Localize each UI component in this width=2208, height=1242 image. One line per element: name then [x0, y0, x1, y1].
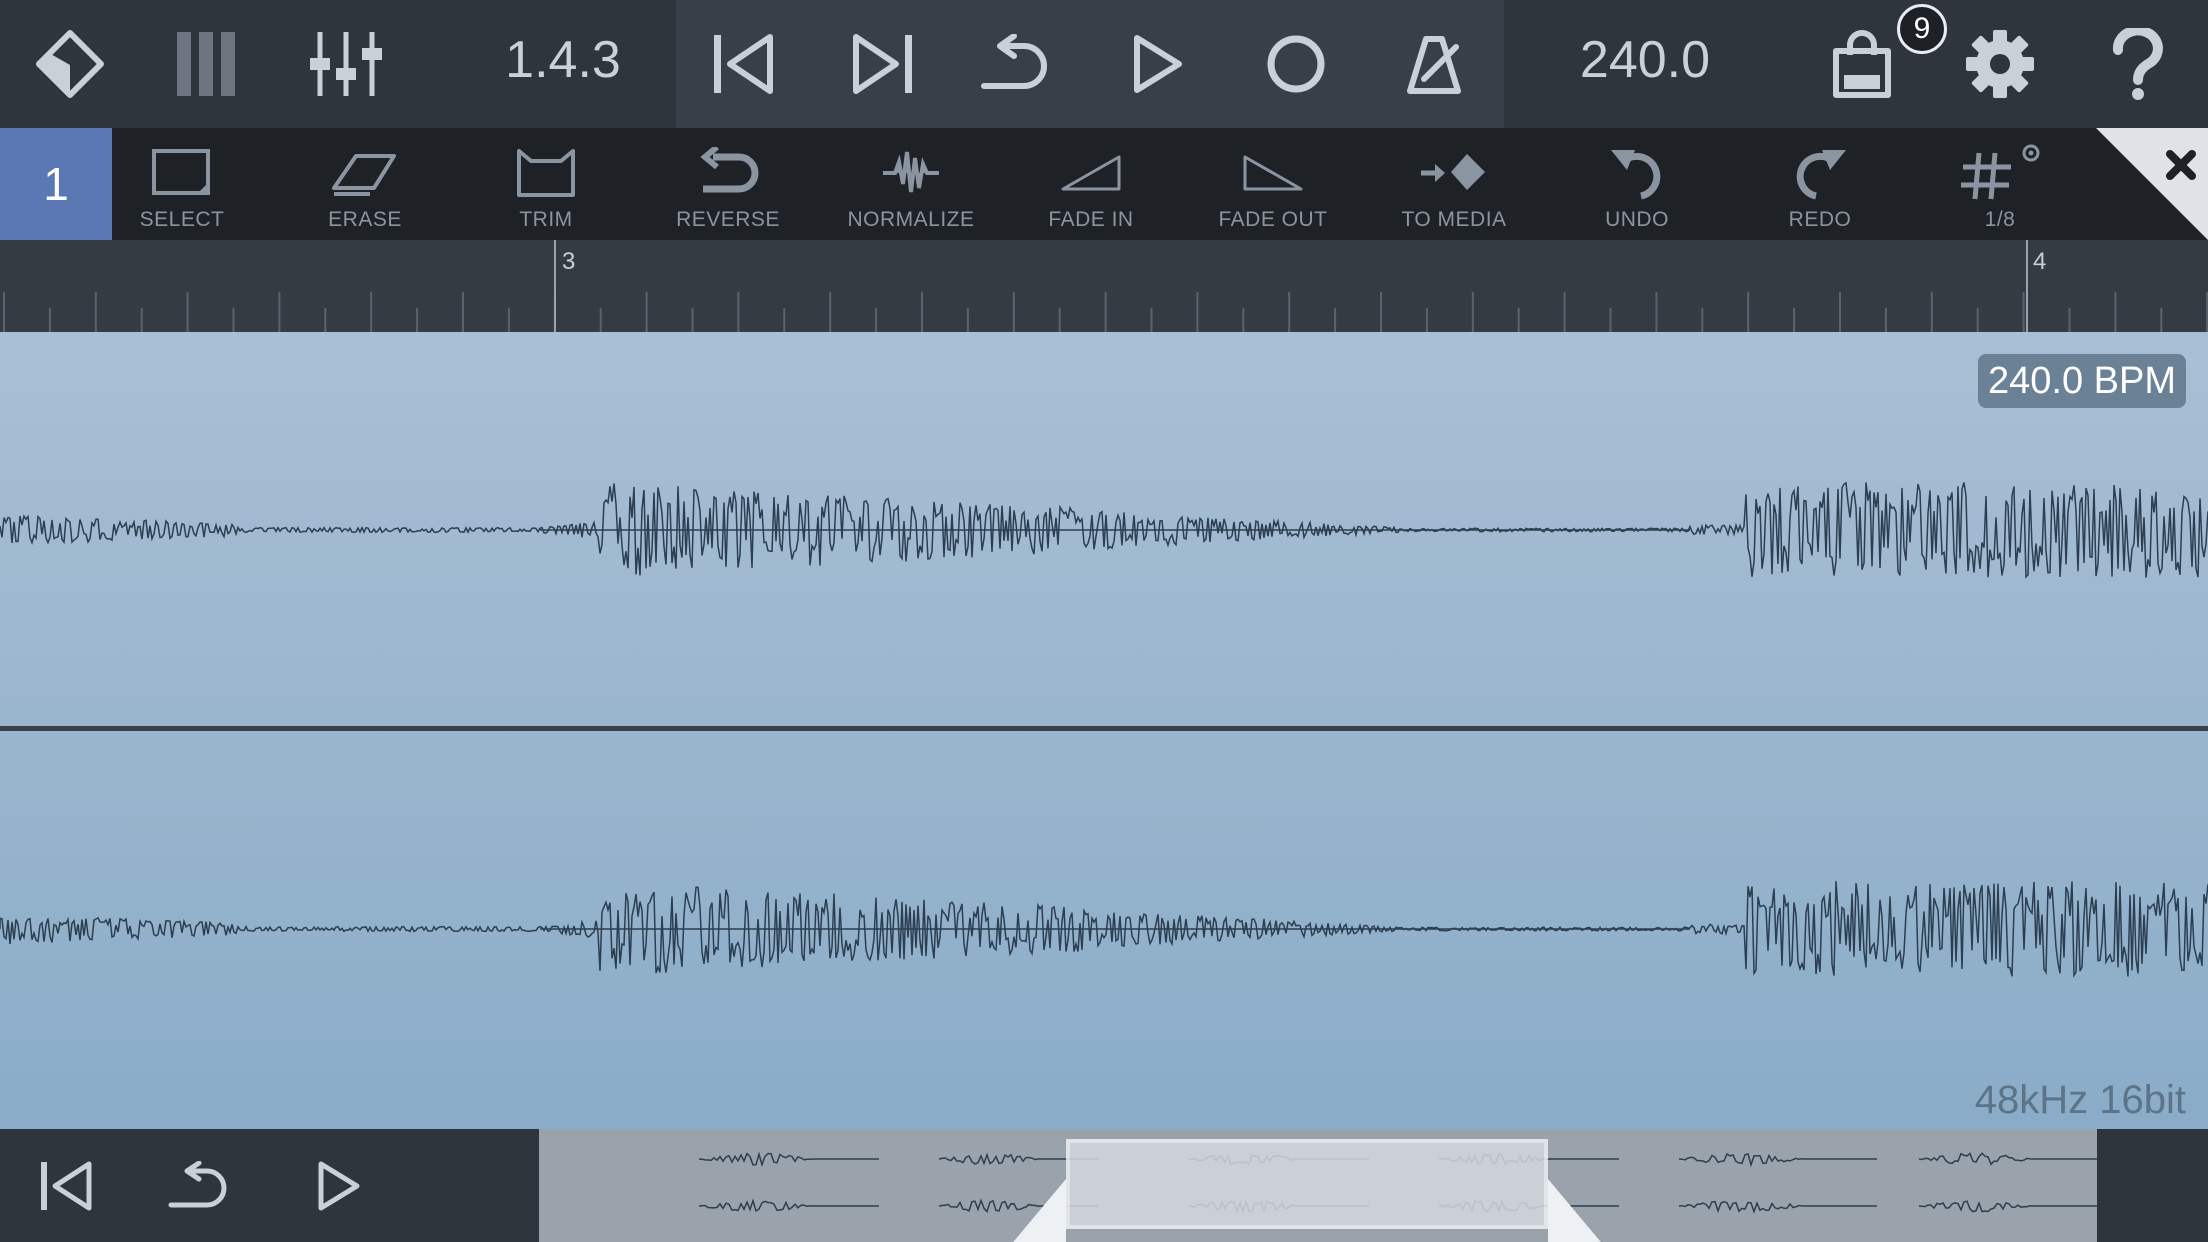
help-button[interactable]: [2088, 0, 2188, 128]
grid-icon: [1961, 144, 2040, 200]
close-editor-button[interactable]: [2096, 128, 2208, 240]
audio-editor: 1.4.3 240.0 9 1 SELECT ERASE TRIM REVERS…: [0, 0, 2208, 1242]
fade-out-icon: [1243, 155, 1303, 191]
viewport-handle[interactable]: [1066, 1139, 1548, 1229]
select-icon: [152, 149, 210, 195]
question-mark-icon: [2112, 28, 2163, 100]
play-button[interactable]: [1108, 0, 1208, 128]
preview-play-button[interactable]: [304, 1129, 374, 1242]
loop-button[interactable]: [970, 0, 1070, 128]
project-cube-button[interactable]: [20, 0, 120, 128]
record-icon: [1267, 35, 1325, 93]
tool-label: TRIM: [519, 208, 573, 231]
tool-erase[interactable]: ERASE: [275, 128, 455, 240]
normalize-icon: [883, 151, 939, 193]
timeline-ruler[interactable]: 3 4: [0, 240, 2208, 332]
trim-icon: [517, 149, 575, 197]
waveform-editor[interactable]: 240.0 BPM 48kHz 16bit: [0, 332, 2208, 1129]
tool-label: SELECT: [139, 208, 225, 231]
tempo-display[interactable]: 240.0: [1560, 0, 1730, 120]
mixer-icon: [310, 32, 382, 96]
settings-button[interactable]: [1950, 0, 2050, 128]
eraser-icon: [332, 154, 396, 196]
tool-fade-in[interactable]: FADE IN: [1001, 128, 1181, 240]
keyboard-button[interactable]: [156, 0, 256, 128]
top-bar: 1.4.3 240.0 9: [0, 0, 2208, 128]
tool-normalize[interactable]: NORMALIZE: [821, 128, 1001, 240]
to-media-icon: [1421, 154, 1485, 190]
skip-back-icon: [41, 1161, 92, 1210]
skip-back-icon: [714, 34, 773, 94]
channel-divider: [0, 726, 2208, 731]
tool-label: REVERSE: [676, 208, 780, 231]
loop-icon: [168, 1160, 227, 1207]
tool-to-media[interactable]: TO MEDIA: [1364, 128, 1544, 240]
transport-controls: [676, 0, 1504, 128]
grid-value-label: 1/8: [1984, 208, 2016, 231]
tool-trim[interactable]: TRIM: [456, 128, 636, 240]
overview-strip[interactable]: [539, 1129, 2097, 1242]
undo-icon: [1611, 150, 1661, 200]
tool-label: FADE IN: [1048, 208, 1134, 231]
tool-redo[interactable]: REDO: [1730, 128, 1910, 240]
tool-grid[interactable]: 1/8: [1910, 128, 2090, 240]
preview-rewind-button[interactable]: [30, 1129, 104, 1242]
metronome-icon: [1407, 36, 1461, 94]
skip-forward-icon: [853, 34, 912, 94]
tool-select[interactable]: SELECT: [92, 128, 272, 240]
metronome-button[interactable]: [1384, 0, 1484, 128]
rewind-button[interactable]: [694, 0, 794, 128]
play-icon: [1134, 35, 1182, 93]
tool-label: NORMALIZE: [847, 208, 975, 231]
forward-button[interactable]: [832, 0, 932, 128]
fade-in-icon: [1061, 155, 1121, 191]
tool-label: FADE OUT: [1218, 208, 1328, 231]
tool-reverse[interactable]: REVERSE: [638, 128, 818, 240]
loop-icon: [981, 34, 1047, 89]
tool-fade-out[interactable]: FADE OUT: [1183, 128, 1363, 240]
tool-label: UNDO: [1605, 208, 1669, 231]
play-icon: [318, 1161, 360, 1210]
preview-loop-button[interactable]: [162, 1129, 242, 1242]
tool-undo[interactable]: UNDO: [1547, 128, 1727, 240]
reverse-icon: [700, 147, 759, 193]
gear-icon: [1966, 30, 2034, 98]
bpm-badge: 240.0 BPM: [1978, 354, 2186, 408]
mixer-button[interactable]: [296, 0, 396, 128]
tool-label: TO MEDIA: [1401, 208, 1507, 231]
tool-label: ERASE: [328, 208, 402, 231]
redo-icon: [1796, 150, 1846, 200]
ruler-ticks: [3, 240, 2208, 332]
edit-toolbar: 1 SELECT ERASE TRIM REVERSE NORMALIZE FA…: [0, 128, 2208, 240]
shop-button[interactable]: [1812, 0, 1912, 128]
bar-4-label: 4: [2033, 248, 2047, 275]
record-button[interactable]: [1246, 0, 1346, 128]
position-display[interactable]: 1.4.3: [480, 0, 646, 120]
cart-count-badge: 9: [1897, 4, 1947, 54]
tool-label: REDO: [1788, 208, 1852, 231]
shopping-bag-icon: [1833, 30, 1891, 98]
audio-format-label: 48kHz 16bit: [1974, 1078, 2186, 1122]
bar-3-label: 3: [562, 248, 576, 275]
bottom-bar: [0, 1129, 2208, 1242]
cube-icon: [36, 30, 104, 98]
piano-keys-icon: [177, 32, 235, 96]
